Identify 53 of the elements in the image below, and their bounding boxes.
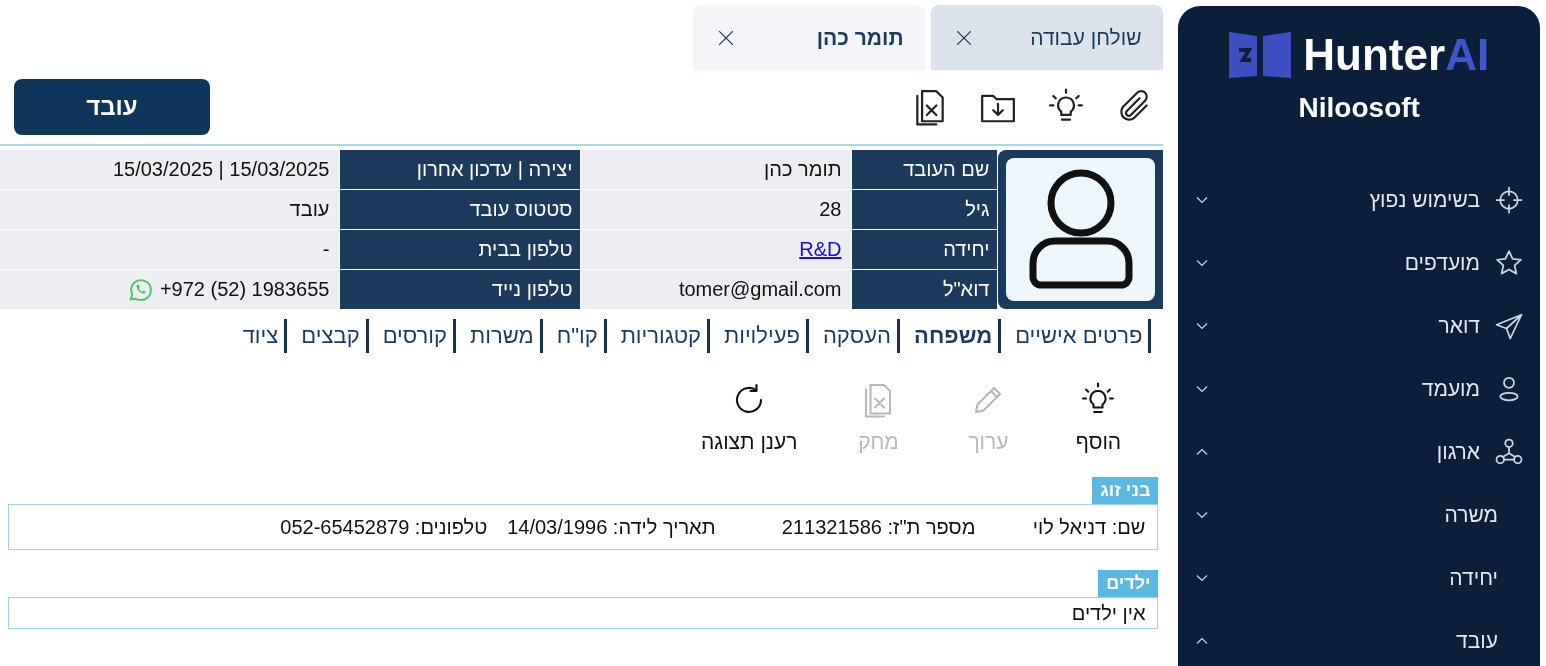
network-icon[interactable] — [1494, 436, 1524, 467]
tab[interactable]: תומר כהן — [693, 5, 926, 70]
section-tab[interactable]: העסקה — [808, 319, 901, 353]
sidebar-item[interactable]: ארגון — [1178, 420, 1540, 483]
field-value: - — [322, 238, 330, 261]
sidebar-item[interactable]: דואר — [1178, 294, 1540, 357]
sidebar-item[interactable]: משרה — [1178, 483, 1540, 546]
section-tab[interactable]: פעילויות — [710, 319, 809, 353]
field-label: יצירה | עדכון אחרון — [340, 150, 581, 189]
section-tab[interactable]: משפחה — [900, 319, 1002, 353]
action-button[interactable]: רענן תצוגה — [694, 381, 804, 455]
section-tab[interactable]: קו"ח — [542, 319, 607, 353]
sidebar-item[interactable]: יחידה — [1178, 546, 1540, 609]
field-value: 28 — [819, 198, 842, 221]
field-label: סטטוס עובד — [340, 190, 581, 229]
detail-text: אין ילדים — [1071, 601, 1146, 625]
detail-text: טלפונים: 052-65452879 — [280, 515, 488, 539]
sidebar-item[interactable]: בשימוש נפוץ — [1178, 168, 1540, 231]
field-label: טלפון בבית — [340, 230, 581, 269]
field-value: 15/03/2025 | 15/03/2025 — [112, 158, 330, 181]
field-label: גיל — [852, 190, 998, 229]
field-value: tomer@gmail.com — [678, 278, 842, 301]
field-value: עובד — [289, 198, 330, 221]
sidebar-item[interactable]: מועמד — [1178, 357, 1540, 420]
field-value: +972 (52) 1983655 — [159, 278, 330, 301]
field-label: טלפון נייד — [340, 270, 581, 309]
field-label: שם העובד — [852, 150, 998, 189]
star-icon[interactable] — [1494, 247, 1524, 278]
sidebar-item[interactable]: מועדפים — [1178, 231, 1540, 294]
logo-text: Hunter — [1303, 30, 1446, 80]
company-name: Niloosoft — [1298, 92, 1420, 124]
section-title: ילדים — [1098, 570, 1159, 597]
section-tab[interactable]: ציוד — [228, 319, 288, 353]
logo-text: AI — [1445, 30, 1490, 80]
detail-text: שם: דניאל לוי — [1031, 515, 1146, 539]
action-button[interactable]: הוסף — [1063, 381, 1134, 455]
sidebar-item[interactable]: עובד — [1178, 609, 1540, 666]
field-label: יחידה — [852, 230, 998, 269]
field-value: תומר כהן — [764, 158, 842, 181]
section-title: בני זוג — [1092, 477, 1159, 504]
detail-text: מספר ת"ז: 211321586 — [780, 515, 976, 539]
section-tab[interactable]: קורסים — [368, 319, 457, 353]
employee-button[interactable]: עובד — [14, 79, 210, 135]
section-tab[interactable]: משרות — [456, 319, 543, 353]
tab[interactable]: שולחן עבודה — [931, 5, 1164, 70]
crosshair-icon[interactable] — [1494, 184, 1524, 215]
field-label: דוא"ל — [852, 270, 998, 309]
unit-link[interactable]: R&D — [799, 238, 842, 261]
detail-text: תאריך לידה: 14/03/1996 — [507, 515, 716, 539]
section-tab[interactable]: קבצים — [287, 319, 369, 353]
section-tab[interactable]: קטגוריות — [606, 319, 710, 353]
logo-icon — [1229, 30, 1292, 80]
section-tab[interactable]: פרטים אישיים — [1001, 319, 1152, 353]
